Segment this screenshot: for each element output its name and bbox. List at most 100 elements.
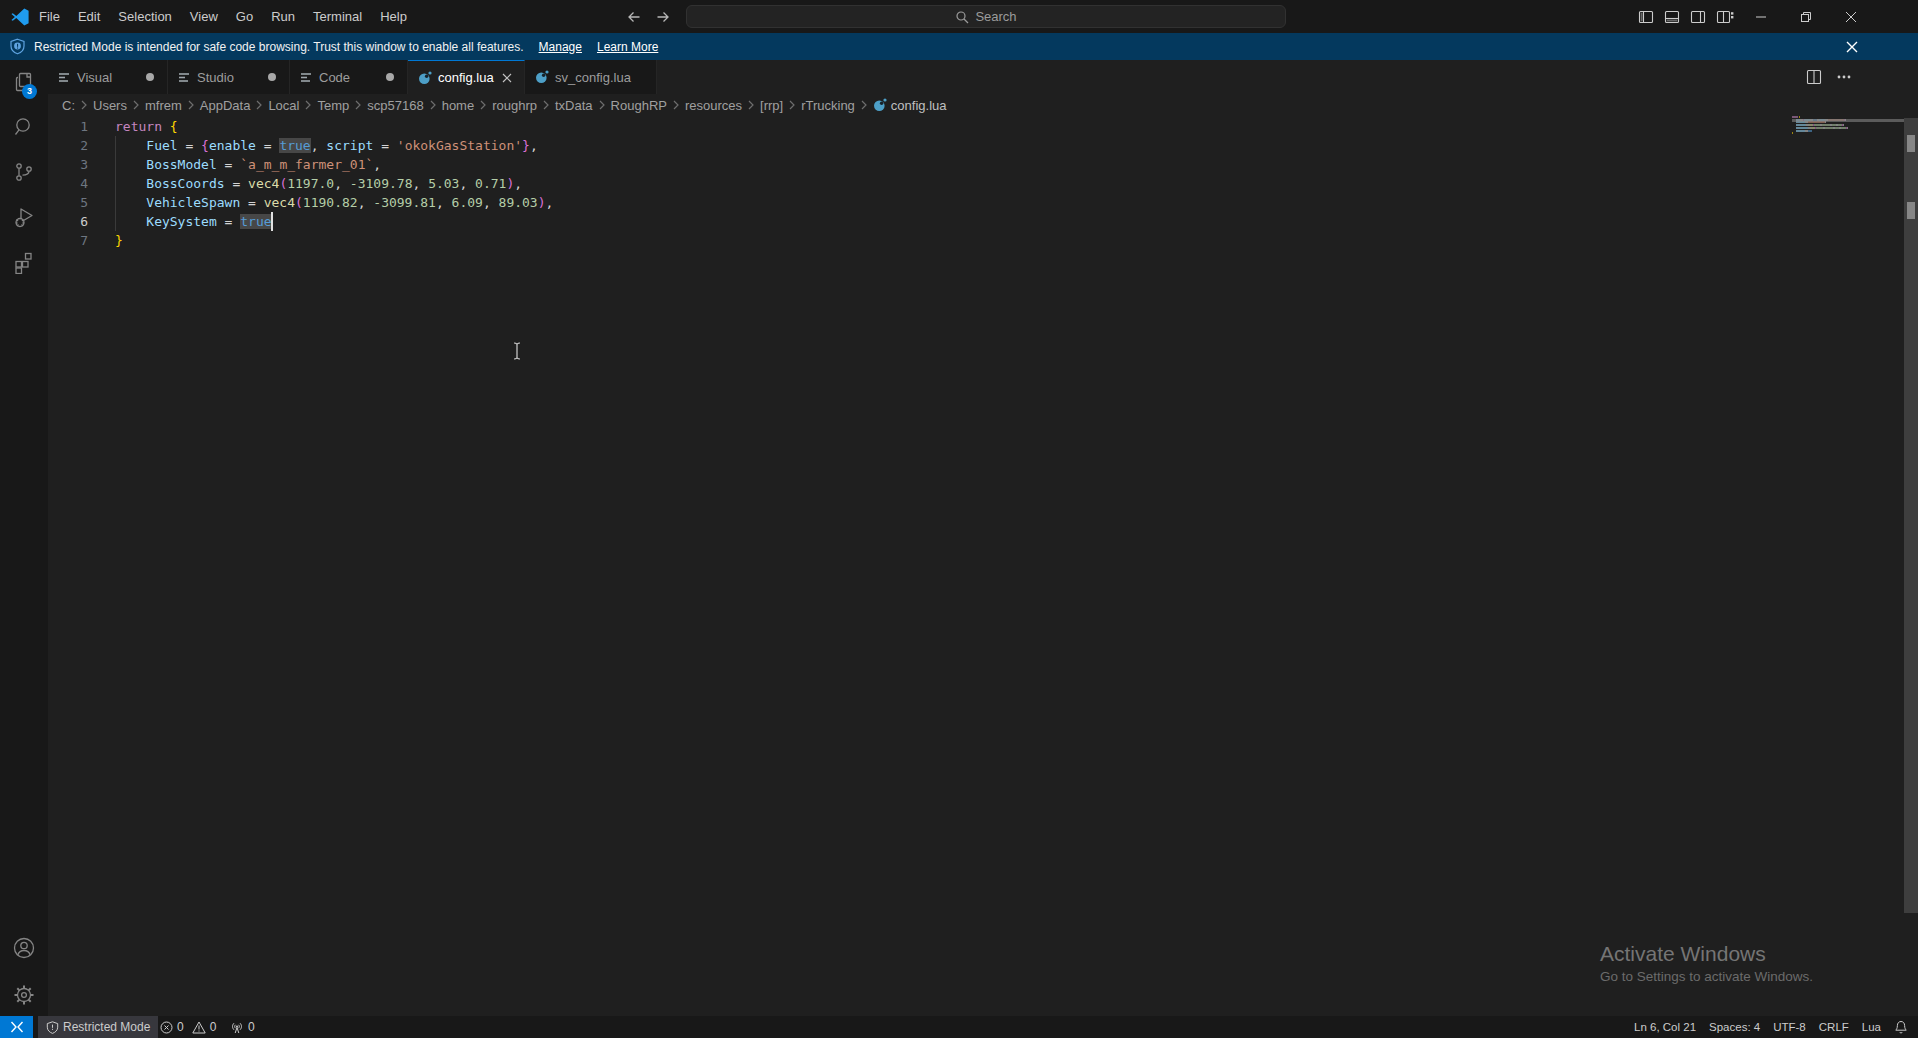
file-lines-icon xyxy=(178,71,191,84)
tab-config.lua[interactable]: config.lua xyxy=(408,60,525,94)
minimap-line xyxy=(1792,130,1812,132)
learn-more-link[interactable]: Learn More xyxy=(597,40,658,54)
menu-edit[interactable]: Edit xyxy=(69,0,109,33)
breadcrumb-file[interactable]: config.lua xyxy=(873,98,947,113)
breadcrumb-item[interactable]: AppData xyxy=(200,98,251,113)
lua-icon xyxy=(535,70,549,84)
shield-icon xyxy=(46,1021,59,1034)
tab-label: config.lua xyxy=(438,70,494,85)
minimize-button[interactable] xyxy=(1738,0,1783,33)
editor[interactable]: 1234567 return { Fuel = {enable = true, … xyxy=(48,116,1918,1016)
line-number: 5 xyxy=(48,193,88,212)
status-bar-right: Ln 6, Col 21 Spaces: 4 UTF-8 CRLF Lua xyxy=(1634,1016,1908,1038)
extensions-icon[interactable] xyxy=(12,250,36,274)
source-control-icon[interactable] xyxy=(12,160,36,184)
menu-run[interactable]: Run xyxy=(262,0,304,33)
breadcrumb-item[interactable]: C: xyxy=(62,98,75,113)
line-number: 4 xyxy=(48,174,88,193)
tab-label: sv_config.lua xyxy=(555,70,631,85)
close-button[interactable] xyxy=(1828,0,1873,33)
menu-go[interactable]: Go xyxy=(227,0,262,33)
breadcrumb-item[interactable]: rTrucking xyxy=(801,98,855,113)
modified-dot-icon[interactable] xyxy=(143,60,157,94)
maximize-button[interactable] xyxy=(1783,0,1828,33)
scrollbar-thumb[interactable] xyxy=(1904,118,1918,913)
menu-selection[interactable]: Selection xyxy=(109,0,180,33)
lua-icon xyxy=(418,71,432,85)
toggle-secondary-sidebar-icon[interactable] xyxy=(1690,9,1706,25)
file-lines-icon xyxy=(300,71,313,84)
overview-ruler-mark xyxy=(1907,202,1915,219)
toggle-panel-icon[interactable] xyxy=(1664,9,1680,25)
encoding-status[interactable]: UTF-8 xyxy=(1773,1021,1806,1033)
chevron-right-icon xyxy=(541,99,551,111)
menu-view[interactable]: View xyxy=(181,0,227,33)
line-number: 1 xyxy=(48,117,88,136)
search-icon[interactable] xyxy=(12,115,36,139)
minimap[interactable] xyxy=(1792,116,1904,256)
tab-close-icon[interactable] xyxy=(500,61,514,94)
restricted-mode-banner: Restricted Mode is intended for safe cod… xyxy=(0,33,1918,60)
radio-tower-icon xyxy=(230,1021,244,1034)
breadcrumb-item[interactable]: mfrem xyxy=(145,98,182,113)
language-status[interactable]: Lua xyxy=(1862,1021,1881,1033)
title-bar: FileEditSelectionViewGoRunTerminalHelp S… xyxy=(0,0,1918,33)
breadcrumb-item[interactable]: [rrp] xyxy=(760,98,783,113)
more-actions-icon[interactable] xyxy=(1836,69,1852,85)
customize-layout-icon[interactable] xyxy=(1716,9,1734,25)
settings-icon[interactable] xyxy=(12,983,36,1007)
nav-arrows xyxy=(626,0,671,33)
ports-status[interactable]: 0 xyxy=(230,1016,255,1038)
notifications-bell-icon[interactable] xyxy=(1894,1020,1908,1034)
warning-icon xyxy=(192,1021,206,1034)
forward-icon[interactable] xyxy=(655,9,671,25)
restricted-mode-status[interactable]: Restricted Mode xyxy=(38,1016,158,1038)
cursor-position-status[interactable]: Ln 6, Col 21 xyxy=(1634,1021,1696,1033)
search-box[interactable]: Search xyxy=(686,5,1286,28)
run-debug-icon[interactable] xyxy=(12,205,36,229)
chevron-right-icon xyxy=(787,99,797,111)
tab-Visual[interactable]: Visual xyxy=(48,60,168,94)
breadcrumb-item[interactable]: home xyxy=(442,98,475,113)
breadcrumb-item[interactable]: scp57168 xyxy=(367,98,423,113)
menu-terminal[interactable]: Terminal xyxy=(304,0,371,33)
indentation-status[interactable]: Spaces: 4 xyxy=(1709,1021,1760,1033)
breadcrumb-item[interactable]: Users xyxy=(93,98,127,113)
tab-actions xyxy=(1806,60,1852,94)
account-icon[interactable] xyxy=(12,936,36,960)
tab-Code[interactable]: Code xyxy=(290,60,408,94)
code-line-4: BossCoords = vec4(1197.0, -3109.78, 5.03… xyxy=(115,174,522,193)
breadcrumb-item[interactable]: Temp xyxy=(317,98,349,113)
breadcrumb-item[interactable]: RoughRP xyxy=(611,98,667,113)
code-line-1: return { xyxy=(115,117,178,136)
modified-dot-icon[interactable] xyxy=(265,60,279,94)
breadcrumb-item[interactable]: Local xyxy=(268,98,299,113)
mouse-ibeam-cursor xyxy=(511,341,523,361)
menu-help[interactable]: Help xyxy=(371,0,416,33)
breadcrumb-item[interactable]: roughrp xyxy=(492,98,537,113)
minimap-highlight-decoration xyxy=(1792,119,1904,122)
tab-sv_config.lua[interactable]: sv_config.lua xyxy=(525,60,657,94)
eol-status[interactable]: CRLF xyxy=(1819,1021,1849,1033)
banner-close-icon[interactable] xyxy=(1845,40,1859,54)
chevron-right-icon xyxy=(131,99,141,111)
minimap-line xyxy=(1792,127,1848,129)
chevron-right-icon xyxy=(859,99,869,111)
menu-file[interactable]: File xyxy=(30,0,69,33)
error-icon xyxy=(160,1021,173,1034)
manage-link[interactable]: Manage xyxy=(539,40,582,54)
menu-bar: FileEditSelectionViewGoRunTerminalHelp xyxy=(30,0,416,33)
back-icon[interactable] xyxy=(626,9,642,25)
breadcrumb-item[interactable]: txData xyxy=(555,98,593,113)
chevron-right-icon xyxy=(353,99,363,111)
remote-indicator[interactable] xyxy=(0,1016,33,1038)
modified-dot-icon[interactable] xyxy=(383,60,397,94)
split-editor-icon[interactable] xyxy=(1806,69,1822,85)
chevron-right-icon xyxy=(597,99,607,111)
tab-Studio[interactable]: Studio xyxy=(168,60,290,94)
breadcrumb-item[interactable]: resources xyxy=(685,98,742,113)
window-controls xyxy=(1738,0,1873,33)
problems-status[interactable]: 0 0 xyxy=(160,1016,216,1038)
toggle-sidebar-icon[interactable] xyxy=(1638,9,1654,25)
chevron-right-icon xyxy=(254,99,264,111)
